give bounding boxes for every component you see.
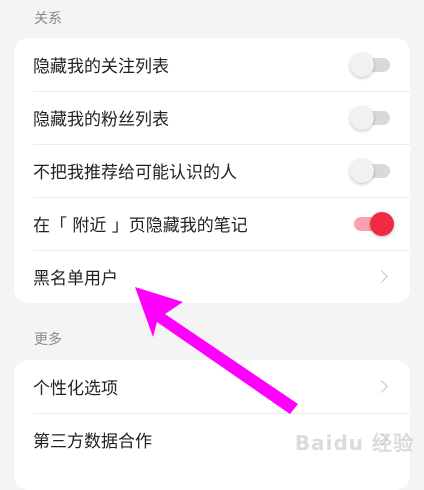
arrow-shape	[135, 287, 298, 414]
annotation-arrow-icon	[135, 287, 298, 414]
